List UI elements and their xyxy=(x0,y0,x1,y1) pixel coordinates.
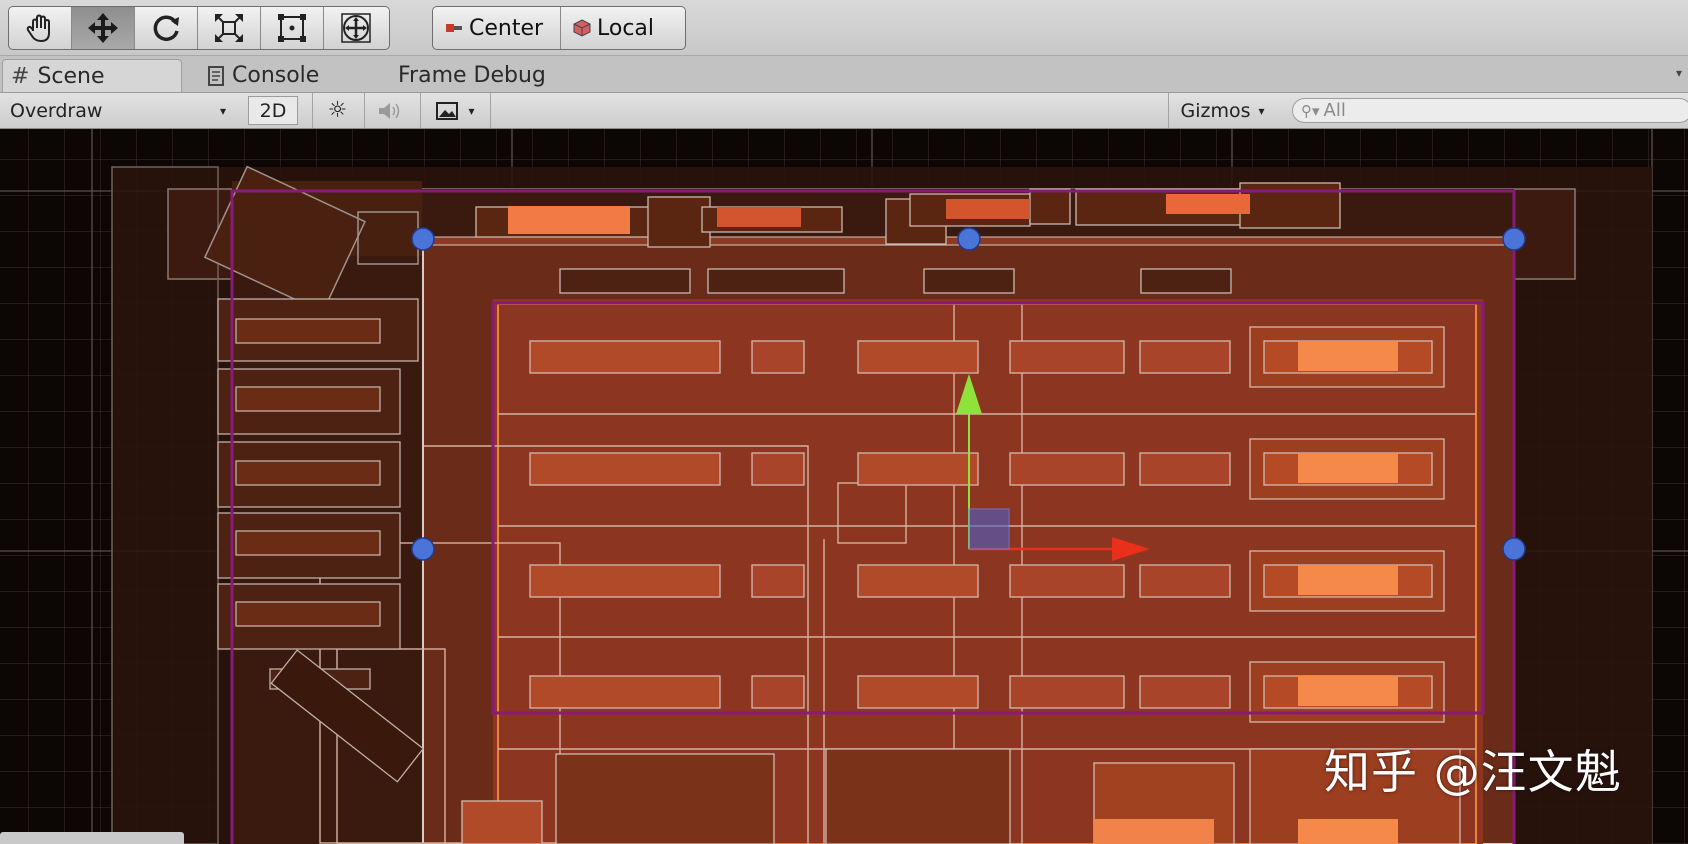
gizmos-dropdown[interactable]: Gizmos ▾ xyxy=(1168,93,1276,128)
tab-frame-debug[interactable]: Frame Debug xyxy=(390,59,560,92)
grid-icon: # xyxy=(11,63,30,89)
tab-frame-debug-label: Frame Debug xyxy=(398,63,546,88)
hand-icon xyxy=(26,14,50,43)
xy-plane-handle xyxy=(968,508,1010,550)
chevron-down-icon: ▾ xyxy=(468,103,475,118)
tab-menu-icon[interactable]: ▾ xyxy=(1676,66,1682,80)
tab-scene-label: Scene xyxy=(37,63,105,89)
scene-viewport[interactable]: 知乎 @汪文魁 xyxy=(0,129,1688,844)
sun-icon: ☼ xyxy=(327,98,348,123)
editor-tabs: # Scene Console Frame Debug ▾ xyxy=(0,56,1688,93)
toggle-2d-label: 2D xyxy=(259,99,287,122)
transform-tools xyxy=(8,6,390,50)
move-tool-button[interactable] xyxy=(72,7,135,49)
handle-top-center xyxy=(957,227,981,251)
bottom-panel-tab[interactable] xyxy=(0,832,184,844)
draw-mode-label: Overdraw xyxy=(10,99,103,122)
transform-tool-button[interactable] xyxy=(324,7,387,49)
console-icon xyxy=(208,65,224,86)
pivot-mode-button[interactable]: Center xyxy=(433,7,561,49)
row-5-partial xyxy=(461,748,1461,844)
tab-scene[interactable]: # Scene xyxy=(2,59,182,92)
scene-toolbar: Overdraw ▾ 2D ☼ ▾ Gizmos ▾ ⚲▾ All xyxy=(0,93,1688,129)
hierarchy-search-input[interactable]: ⚲▾ All xyxy=(1292,98,1688,123)
rect-transform-icon xyxy=(278,14,306,42)
handle-mid-right xyxy=(1502,537,1526,561)
transform-icon xyxy=(340,13,371,43)
search-placeholder: All xyxy=(1323,100,1346,121)
pivot-rotation-label: Local xyxy=(597,15,655,41)
rect-tool-button[interactable] xyxy=(261,7,324,49)
pivot-rotation-button[interactable]: Local xyxy=(561,7,685,49)
watermark-text: 知乎 @汪文魁 xyxy=(1324,745,1622,799)
tab-console-label: Console xyxy=(232,63,320,88)
gizmos-label: Gizmos xyxy=(1180,99,1251,122)
move-arrows-icon xyxy=(88,13,118,43)
search-icon: ⚲▾ xyxy=(1301,101,1320,120)
pivot-center-icon xyxy=(446,24,462,32)
speaker-icon xyxy=(378,102,399,119)
handle-top-right xyxy=(1502,227,1526,251)
handle-mid-left xyxy=(411,537,435,561)
chevron-down-icon: ▾ xyxy=(1258,103,1265,118)
audio-toggle[interactable] xyxy=(364,93,414,128)
pivot-mode-label: Center xyxy=(469,15,544,41)
separator xyxy=(490,93,491,128)
hand-tool-button[interactable] xyxy=(9,7,72,49)
effects-toggle[interactable]: ▾ xyxy=(420,93,490,128)
lighting-toggle[interactable]: ☼ xyxy=(312,93,362,128)
image-icon xyxy=(436,101,459,120)
chevron-down-icon: ▾ xyxy=(219,103,226,118)
scale-tool-button[interactable] xyxy=(198,7,261,49)
main-toolbar: Center Local xyxy=(0,0,1688,56)
draw-mode-dropdown[interactable]: Overdraw ▾ xyxy=(4,93,236,128)
rotate-icon xyxy=(153,15,179,41)
rotate-tool-button[interactable] xyxy=(135,7,198,49)
cube-icon xyxy=(573,19,591,37)
pivot-toggles: Center Local xyxy=(432,6,686,50)
handle-top-left xyxy=(411,227,435,251)
tab-console[interactable]: Console xyxy=(200,59,350,92)
scale-icon xyxy=(215,14,243,42)
toggle-2d-button[interactable]: 2D xyxy=(248,96,298,125)
